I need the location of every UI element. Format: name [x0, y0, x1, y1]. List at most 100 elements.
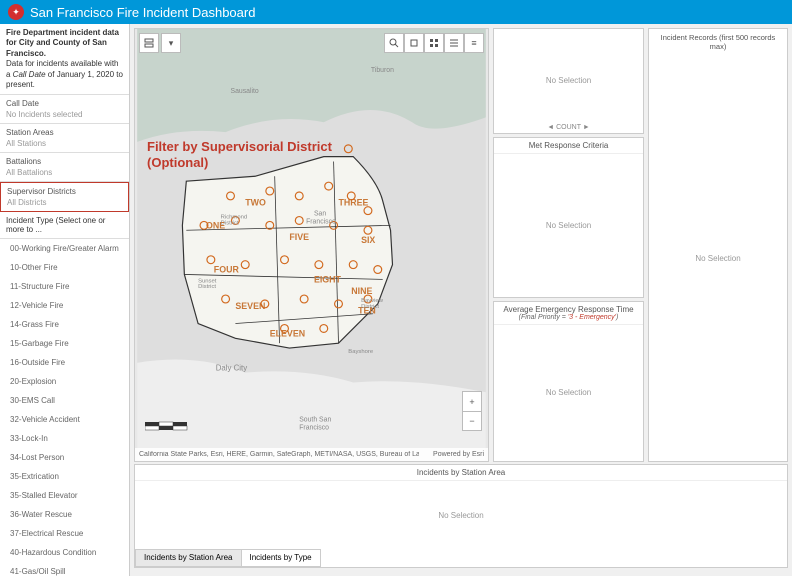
svg-text:Sausalito: Sausalito — [231, 88, 259, 95]
count-panel: No Selection ◄ COUNT ► — [493, 28, 644, 134]
response-criteria-panel: Met Response Criteria No Selection — [493, 137, 644, 298]
map-container[interactable]: ▾ ≡ Filter by Supervisorial District (Op… — [134, 28, 489, 462]
tab-type[interactable]: Incidents by Type — [241, 549, 321, 567]
svg-text:District: District — [361, 304, 379, 310]
svg-text:Francisco: Francisco — [299, 425, 329, 432]
basemap-icon[interactable] — [424, 33, 444, 53]
svg-text:Daly City: Daly City — [216, 364, 247, 373]
attrib-text: California State Parks, Esri, HERE, Garm… — [139, 451, 419, 458]
svg-text:FIVE: FIVE — [289, 232, 309, 242]
svg-text:District: District — [221, 220, 239, 226]
layers-button[interactable] — [139, 33, 159, 53]
incident-type-item[interactable]: 34-Lost Person — [0, 448, 129, 467]
svg-text:TWO: TWO — [245, 198, 266, 208]
response-time-panel: Average Emergency Response Time (Final P… — [493, 301, 644, 462]
panel-title: Average Emergency Response Time (Final P… — [494, 302, 643, 325]
map-toolbar-left: ▾ — [139, 33, 181, 53]
panel-title: Incidents by Station Area — [135, 465, 787, 481]
annotation-line1: Filter by Supervisorial District — [147, 139, 332, 155]
incidents-chart-panel: Incidents by Station Area No Selection I… — [134, 464, 788, 568]
incident-type-item[interactable]: 20-Explosion — [0, 372, 129, 391]
right-column: No Selection ◄ COUNT ► Met Response Crit… — [491, 24, 646, 464]
filter-label: Call Date — [6, 99, 123, 108]
zoom-out-button[interactable]: − — [462, 411, 482, 431]
filter-call-date[interactable]: Call Date No Incidents selected — [0, 95, 129, 124]
svg-text:Francisco: Francisco — [306, 218, 336, 225]
search-icon[interactable] — [384, 33, 404, 53]
app-header: ✦ San Francisco Fire Incident Dashboard — [0, 0, 792, 24]
incident-type-item[interactable]: 32-Vehicle Accident — [0, 410, 129, 429]
home-icon[interactable] — [404, 33, 424, 53]
filter-supervisor-districts[interactable]: Supervisor Districts All Districts — [0, 182, 129, 212]
no-selection-text: No Selection — [494, 29, 643, 133]
zoom-in-button[interactable]: + — [462, 391, 482, 411]
desc-text-2: Data for incidents available with a Call… — [6, 59, 123, 90]
filter-label: Supervisor Districts — [7, 187, 122, 196]
content-area: ▾ ≡ Filter by Supervisorial District (Op… — [130, 24, 792, 576]
map-toolbar-right: ≡ — [384, 33, 484, 53]
sidebar-description: Fire Department incident data for City a… — [0, 24, 129, 95]
sidebar: Fire Department incident data for City a… — [0, 24, 130, 576]
tab-station-area[interactable]: Incidents by Station Area — [135, 549, 242, 567]
zoom-controls: + − — [462, 391, 482, 431]
incident-type-item[interactable]: 11-Structure Fire — [0, 277, 129, 296]
chart-tabs: Incidents by Station Area Incidents by T… — [135, 549, 787, 567]
filter-label: Station Areas — [6, 128, 123, 137]
incident-type-item[interactable]: 41-Gas/Oil Spill — [0, 562, 129, 576]
app-logo-icon: ✦ — [8, 4, 24, 20]
no-selection-text: No Selection — [494, 154, 643, 297]
map-svg: TWO THREE ONE FIVE SIX FOUR EIGHT NINE S… — [135, 29, 488, 461]
incident-type-item[interactable]: 36-Water Rescue — [0, 505, 129, 524]
incident-type-item[interactable]: 35-Stalled Elevator — [0, 486, 129, 505]
bottom-row: Incidents by Station Area No Selection I… — [130, 464, 792, 572]
incident-type-item[interactable]: 14-Grass Fire — [0, 315, 129, 334]
svg-text:SIX: SIX — [361, 235, 375, 245]
incident-type-item[interactable]: 15-Garbage Fire — [0, 334, 129, 353]
no-selection-text: No Selection — [494, 325, 643, 461]
incident-type-item[interactable]: 12-Vehicle Fire — [0, 296, 129, 315]
svg-text:Tiburon: Tiburon — [371, 67, 394, 74]
desc-text: Fire Department incident data for City a… — [6, 28, 119, 58]
filter-label: Battalions — [6, 157, 123, 166]
no-selection-text: No Selection — [649, 55, 787, 461]
main-layout: Fire Department incident data for City a… — [0, 24, 792, 576]
filter-value: All Districts — [7, 198, 122, 207]
svg-text:NINE: NINE — [351, 286, 372, 296]
filter-value: All Battalions — [6, 168, 123, 177]
top-row: ▾ ≡ Filter by Supervisorial District (Op… — [130, 24, 792, 464]
panel-title: Met Response Criteria — [494, 138, 643, 154]
filter-battalions[interactable]: Battalions All Battalions — [0, 153, 129, 182]
incident-type-item[interactable]: 30-EMS Call — [0, 391, 129, 410]
svg-text:San: San — [314, 211, 326, 218]
powered-by: Powered by Esri — [433, 451, 484, 458]
map-attribution: California State Parks, Esri, HERE, Garm… — [135, 448, 488, 461]
svg-text:ELEVEN: ELEVEN — [270, 328, 305, 338]
incident-type-item[interactable]: 35-Extrication — [0, 467, 129, 486]
filter-station-areas[interactable]: Station Areas All Stations — [0, 124, 129, 153]
incident-type-header: Incident Type (Select one or more to ... — [0, 212, 129, 239]
incident-type-item[interactable]: 37-Electrical Rescue — [0, 524, 129, 543]
incident-type-item[interactable]: 40-Hazardous Condition — [0, 543, 129, 562]
records-panel: Incident Records (first 500 records max)… — [648, 28, 788, 462]
incident-type-list: 00-Working Fire/Greater Alarm10-Other Fi… — [0, 239, 129, 576]
svg-text:EIGHT: EIGHT — [314, 274, 342, 284]
count-axis-label: ◄ COUNT ► — [494, 124, 643, 131]
records-title: Incident Records (first 500 records max) — [649, 29, 787, 55]
filter-value: No Incidents selected — [6, 110, 123, 119]
list-icon[interactable]: ≡ — [464, 33, 484, 53]
dropdown-button[interactable]: ▾ — [161, 33, 181, 53]
annotation-callout: Filter by Supervisorial District (Option… — [147, 139, 332, 170]
incident-type-item[interactable]: 16-Outside Fire — [0, 353, 129, 372]
scale-bar — [145, 418, 205, 441]
svg-text:Bayshore: Bayshore — [348, 349, 373, 355]
svg-text:District: District — [198, 284, 216, 290]
legend-icon[interactable] — [444, 33, 464, 53]
incident-type-item[interactable]: 10-Other Fire — [0, 258, 129, 277]
incident-type-item[interactable]: 33-Lock-In — [0, 429, 129, 448]
filter-value: All Stations — [6, 139, 123, 148]
app-title: San Francisco Fire Incident Dashboard — [30, 5, 255, 20]
no-selection-text: No Selection — [135, 481, 787, 549]
svg-text:FOUR: FOUR — [214, 264, 240, 274]
incident-type-item[interactable]: 00-Working Fire/Greater Alarm — [0, 239, 129, 258]
annotation-line2: (Optional) — [147, 155, 332, 171]
